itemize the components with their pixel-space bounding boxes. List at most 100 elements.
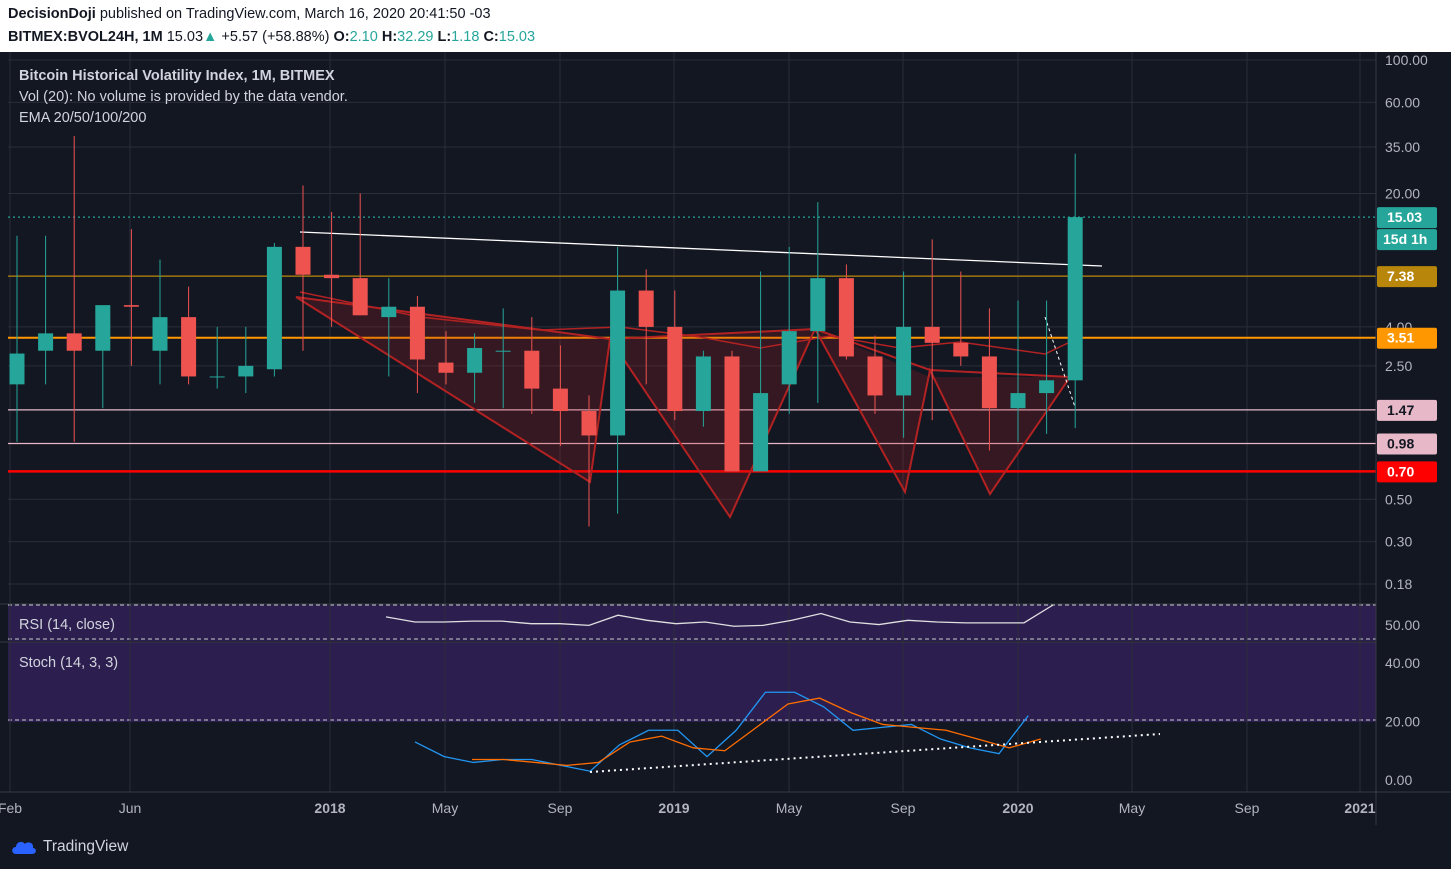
candle-body [324, 274, 340, 279]
open-label: O: [333, 29, 350, 45]
time-tick-label: 2020 [1002, 800, 1033, 816]
candle-body [896, 326, 912, 396]
change-arrow-icon: ▲ [203, 29, 218, 45]
stoch-legend: Stoch (14, 3, 3) [19, 655, 119, 671]
price-badge-label: 0.70 [1387, 463, 1414, 479]
price-change: +5.57 (+58.88%) [221, 29, 330, 45]
candle-body [152, 317, 168, 351]
low-value: 1.18 [451, 29, 480, 45]
price-badge-label: 3.51 [1387, 330, 1414, 346]
time-tick-label: Jun [119, 800, 142, 816]
author-name[interactable]: DecisionDoji [8, 6, 96, 22]
volume-legend: Vol (20): No volume is provided by the d… [19, 89, 348, 105]
candle-body [352, 278, 368, 316]
ema-legend: EMA 20/50/100/200 [19, 110, 147, 126]
symbol-name: BITMEX:BVOL24H, 1M [8, 29, 163, 45]
time-tick-label: Sep [891, 800, 916, 816]
candle-body [181, 317, 197, 377]
footer-bar: TradingView [0, 825, 1451, 869]
candle-body [810, 278, 826, 332]
price-tick-label: 0.50 [1385, 491, 1412, 507]
chart-title: Bitcoin Historical Volatility Index, 1M,… [19, 68, 335, 84]
price-axis: 100.0060.0035.0020.007.384.002.501.470.9… [1375, 52, 1451, 825]
candle-body [409, 306, 425, 360]
candle-body [438, 362, 454, 373]
price-tick-label: 0.30 [1385, 534, 1412, 550]
open-value: 2.10 [349, 29, 378, 45]
candle-body [9, 353, 25, 385]
price-tick-label: 60.00 [1385, 94, 1420, 110]
candle-body [695, 356, 711, 412]
stoch-trendline [589, 733, 1161, 773]
tradingview-brand: TradingView [43, 838, 129, 855]
candle-body [1039, 380, 1055, 394]
high-label: H: [381, 29, 398, 45]
chart-area[interactable]: 100.0060.0035.0020.007.384.002.501.470.9… [0, 52, 1451, 825]
candle-body [867, 356, 883, 396]
candle-body [38, 333, 54, 351]
candle-body [66, 333, 82, 351]
candle-body [209, 376, 225, 378]
candle-body [581, 411, 597, 436]
candle-body [924, 326, 940, 343]
low-label: L: [437, 29, 452, 45]
time-tick-label: Sep [548, 800, 573, 816]
rsi-tick-label: 50.00 [1385, 617, 1420, 633]
stoch-tick-label: 20.00 [1385, 714, 1420, 730]
candle-body [467, 348, 483, 373]
candle-body [1067, 217, 1083, 381]
publish-line: DecisionDoji published on TradingView.co… [8, 6, 491, 22]
rsi-legend: RSI (14, close) [19, 617, 115, 633]
high-value: 32.29 [397, 29, 434, 45]
price-tick-label: 20.00 [1385, 185, 1420, 201]
candle-body [610, 290, 626, 436]
candle-body [381, 306, 397, 318]
price-tick-label: 35.00 [1385, 139, 1420, 155]
candle-body [123, 305, 139, 307]
candle-body [667, 326, 683, 412]
time-tick-label: Sep [1235, 800, 1260, 816]
chart-canvas[interactable]: 100.0060.0035.0020.007.384.002.501.470.9… [0, 52, 1451, 825]
candle-body [266, 246, 282, 370]
candle-body [295, 246, 311, 275]
tradingview-cloud-icon [12, 841, 36, 854]
tradingview-logo[interactable]: TradingView [10, 836, 128, 858]
candle-body [981, 356, 997, 409]
close-value: 15.03 [498, 29, 536, 45]
candle-body [753, 393, 769, 472]
last-price: 15.03 [166, 29, 204, 45]
indicator-panels [0, 603, 1451, 722]
candle-body [524, 350, 540, 389]
price-badge-label: 7.38 [1387, 268, 1414, 284]
price-badge-label: 0.98 [1387, 435, 1414, 451]
candle-body [781, 331, 797, 385]
publish-info: published on TradingView.com, March 16, … [99, 6, 491, 22]
time-tick-label: 2018 [314, 800, 345, 816]
time-tick-label: May [1119, 800, 1145, 816]
price-tick-label: 100.00 [1385, 52, 1428, 68]
time-tick-label: May [432, 800, 458, 816]
time-tick-label: 2019 [658, 800, 689, 816]
countdown-badge-label: 15d 1h [1383, 231, 1427, 247]
price-badge-label: 15.03 [1387, 209, 1422, 225]
price-badge-label: 1.47 [1387, 402, 1414, 418]
candle-body [638, 290, 654, 327]
candle-body [495, 350, 511, 352]
candle-body [724, 356, 740, 472]
symbol-line: BITMEX:BVOL24H, 1M 15.03▲ +5.57 (+58.88%… [8, 29, 535, 45]
stoch-tick-label: 0.00 [1385, 772, 1412, 788]
close-label: C: [483, 29, 499, 45]
time-tick-label: 2021 [1344, 800, 1375, 816]
resistance-trendline [299, 231, 1103, 267]
candle-body [238, 365, 254, 377]
candle-body [838, 278, 854, 357]
candle-body [95, 305, 111, 351]
candle-body [1010, 393, 1026, 409]
stoch-tick-label: 40.00 [1385, 655, 1420, 671]
time-axis: Feb Jun 2018 May Sep 2019 May Sep 2020 May Sep 2021 [0, 791, 1451, 816]
candle-body [953, 342, 969, 357]
price-tick-label: 2.50 [1385, 358, 1412, 374]
price-tick-label: 0.18 [1385, 576, 1412, 592]
time-tick-label: May [776, 800, 802, 816]
candle-body [552, 388, 568, 412]
